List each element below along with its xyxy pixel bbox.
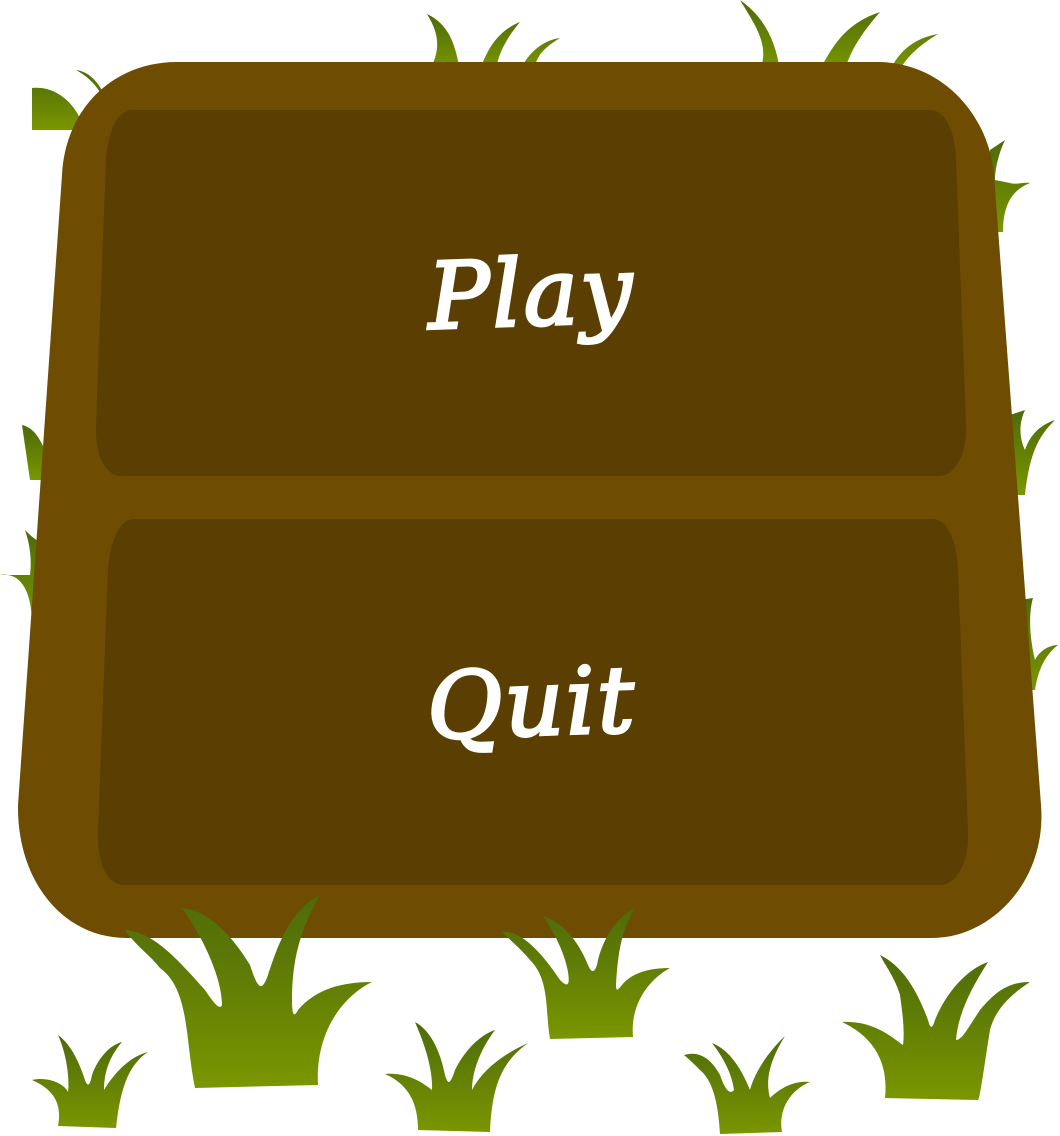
main-menu-screen: Play Quit <box>0 0 1060 1136</box>
quit-label: Quit <box>424 644 640 761</box>
play-button[interactable]: Play <box>95 108 967 478</box>
quit-button[interactable]: Quit <box>96 518 968 888</box>
play-label: Play <box>425 234 638 351</box>
